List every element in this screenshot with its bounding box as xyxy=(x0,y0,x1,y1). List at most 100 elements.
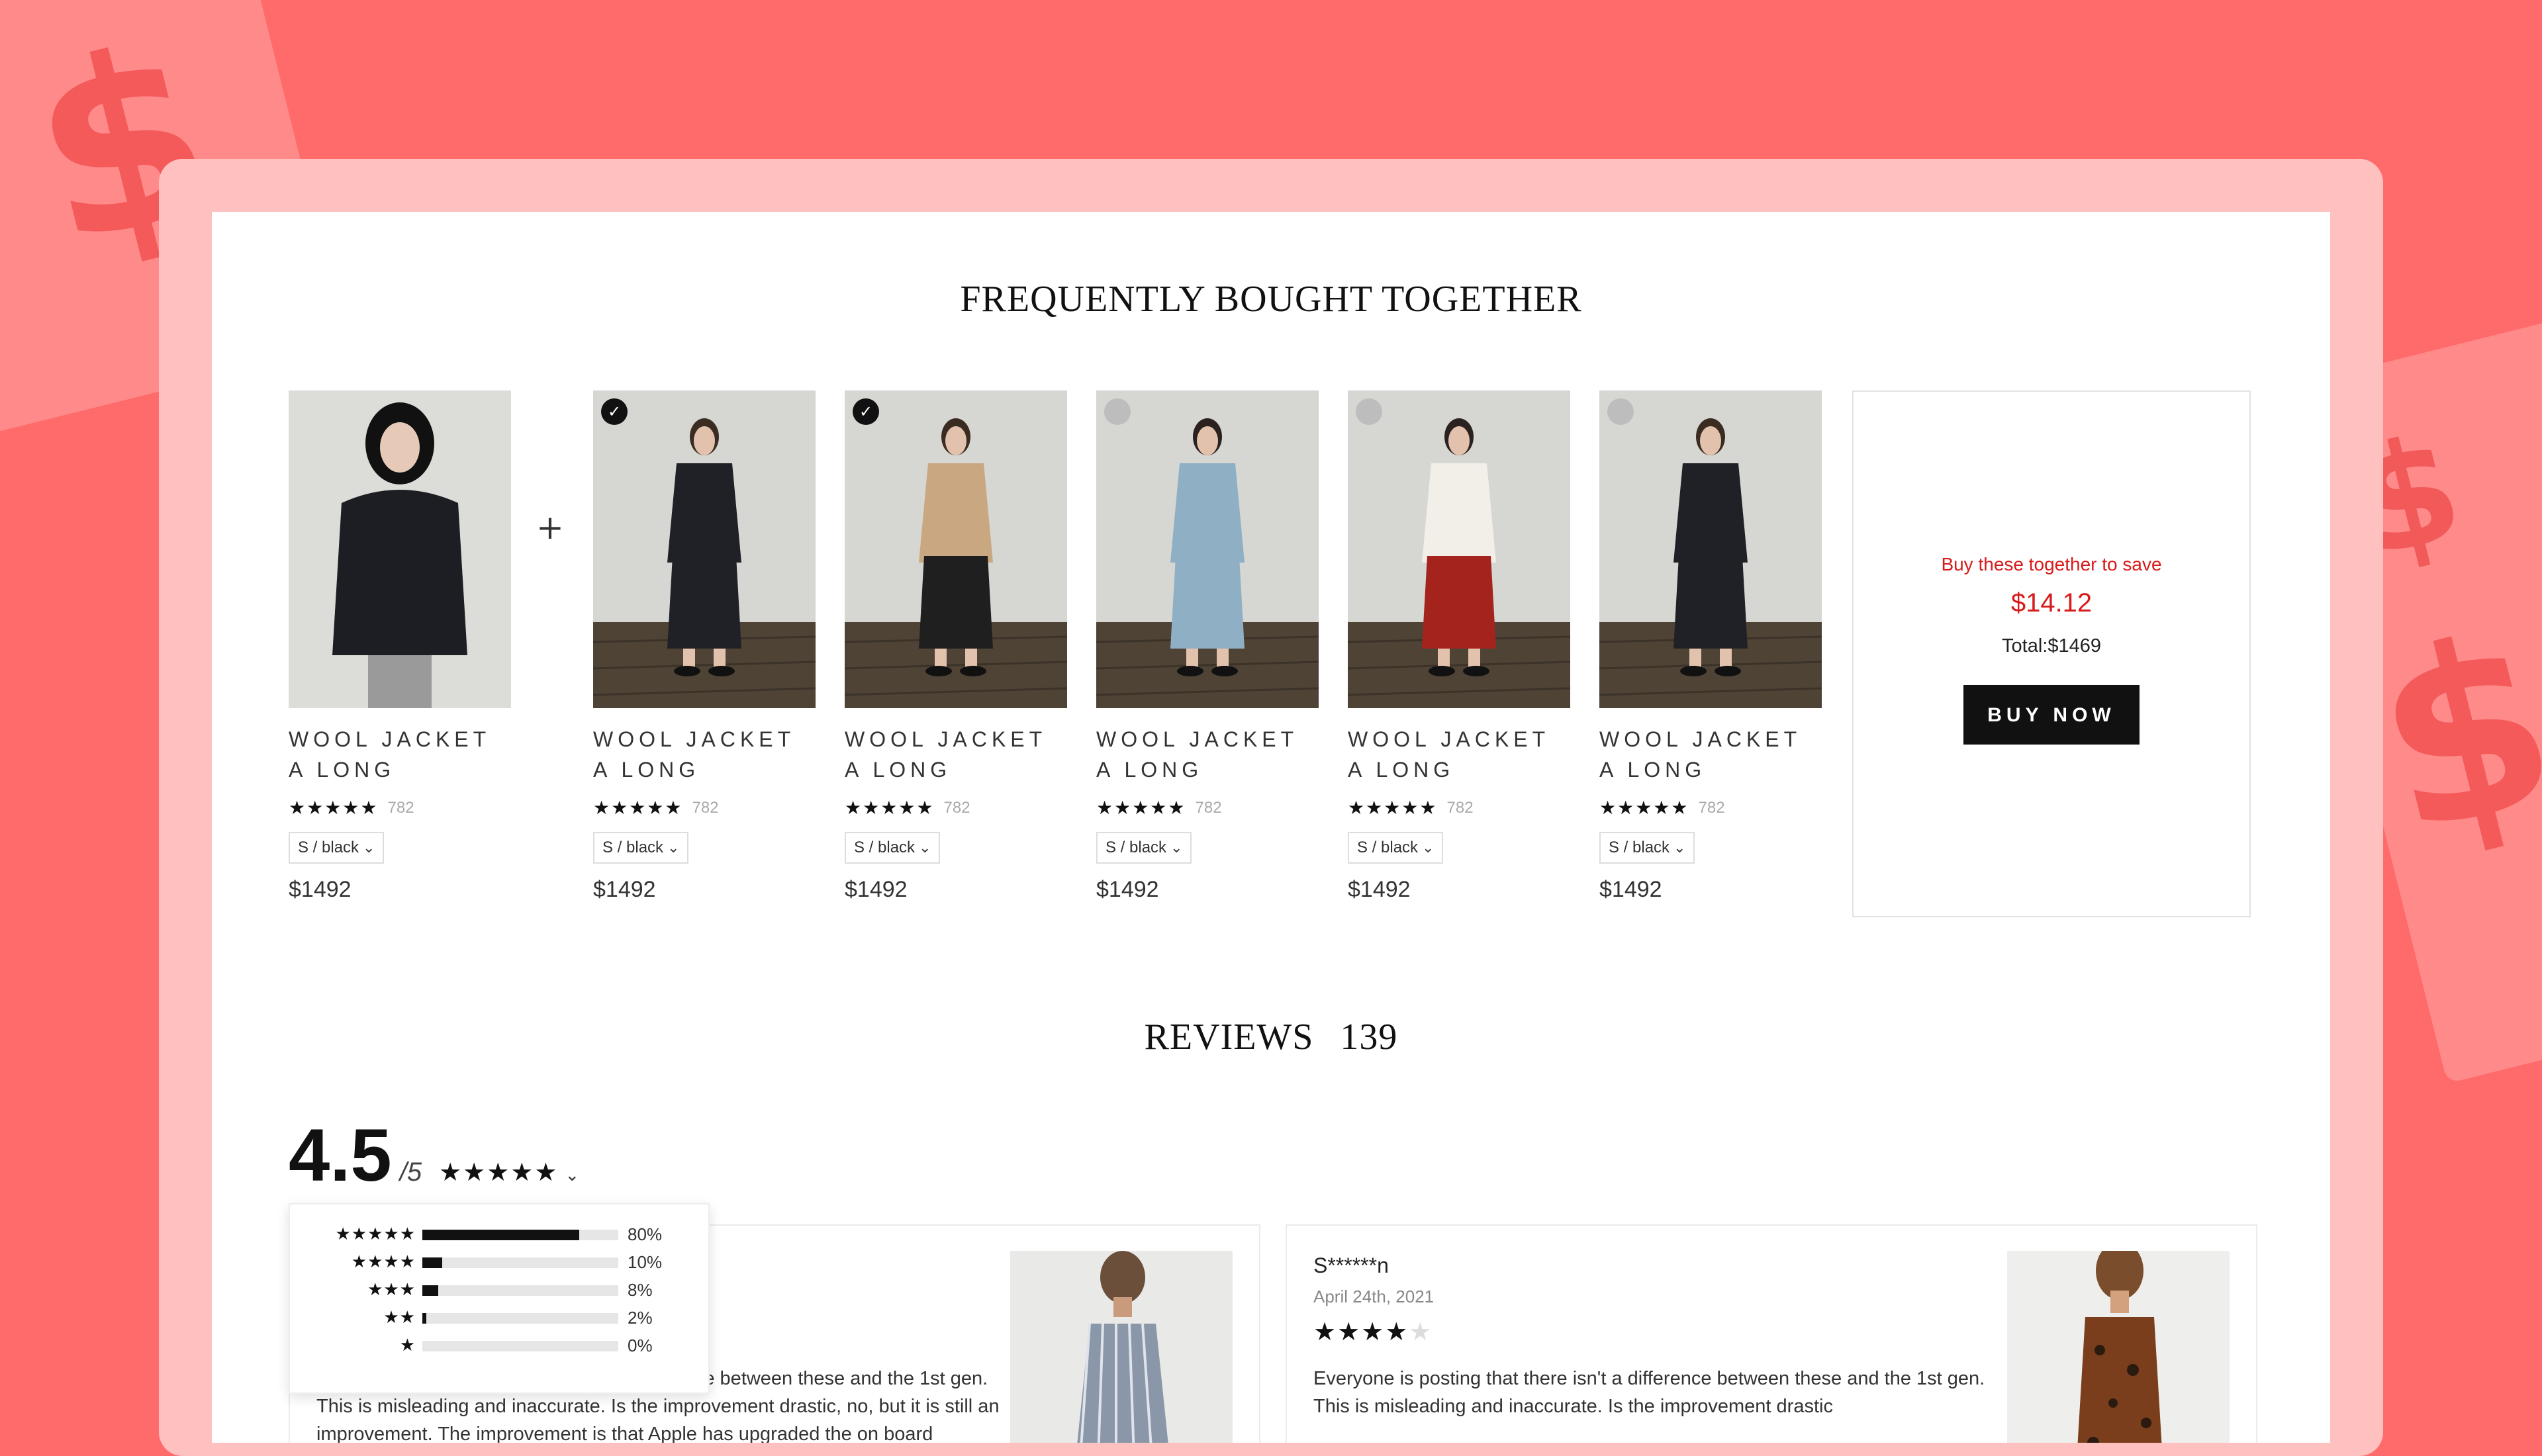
star-icon: ★ xyxy=(1409,1317,1433,1346)
product-price: $1492 xyxy=(845,877,908,902)
distribution-percent: 10% xyxy=(628,1252,663,1272)
check-icon[interactable]: ✓ xyxy=(853,398,879,425)
chevron-down-icon: ⌄ xyxy=(1673,840,1686,856)
distribution-row[interactable]: ★★★★ 10% xyxy=(290,1250,708,1276)
product-image[interactable]: ✓ xyxy=(1599,390,1822,708)
average-score: 4.5 xyxy=(289,1114,392,1197)
distribution-row[interactable]: ★ 0% xyxy=(290,1333,708,1359)
unchecked-circle-icon[interactable]: ✓ xyxy=(1607,398,1634,425)
distribution-bar xyxy=(422,1257,618,1268)
unchecked-circle-icon[interactable]: ✓ xyxy=(1104,398,1131,425)
distribution-bar xyxy=(422,1230,618,1240)
chevron-down-icon: ⌄ xyxy=(363,840,375,856)
product-card: ✓ WOOL JACKET A LONG ★★★★★ 782 S / black ⌄ $14… xyxy=(1348,390,1570,903)
chevron-down-icon: ⌄ xyxy=(1170,840,1183,856)
distribution-row[interactable]: ★★ 2% xyxy=(290,1305,708,1332)
review-author: S******n xyxy=(1313,1253,1389,1277)
variant-label: S / black xyxy=(854,839,916,856)
distribution-percent: 0% xyxy=(628,1336,653,1355)
chevron-down-icon: ⌄ xyxy=(667,840,680,856)
product-card: WOOL JACKET A LONG ★★★★★ 782 S / black ⌄ $149… xyxy=(289,390,511,903)
distribution-percent: 80% xyxy=(628,1224,663,1244)
product-image[interactable]: ✓ xyxy=(845,390,1067,708)
star-icon: ★ xyxy=(399,1336,416,1355)
product-image-figure xyxy=(1599,390,1822,708)
product-price: $1492 xyxy=(593,877,656,902)
variant-select[interactable]: S / black ⌄ xyxy=(1096,832,1192,864)
buy-now-button[interactable]: BUY NOW xyxy=(1963,685,2140,745)
chevron-down-icon: ⌄ xyxy=(919,840,931,856)
variant-select[interactable]: S / black ⌄ xyxy=(289,832,385,864)
variant-label: S / black xyxy=(602,839,664,856)
rating-count: 782 xyxy=(1446,798,1474,817)
unchecked-circle-icon[interactable]: ✓ xyxy=(1356,398,1382,425)
star-icon: ★★★★★ xyxy=(845,797,935,819)
variant-select[interactable]: S / black ⌄ xyxy=(1348,832,1444,864)
save-message: Buy these together to save xyxy=(1941,554,2162,574)
reviews-count: 139 xyxy=(1340,1017,1398,1058)
product-name[interactable]: WOOL JACKET A LONG xyxy=(1348,724,1570,785)
rating-distribution-popup: ★★★★★ 80% ★★★★ 10% ★★★ 8% ★★ 2% ★ 0% xyxy=(289,1203,710,1394)
product-card: ✓ WOOL JACKET A LONG ★★★★★ 782 S / black ⌄ $14… xyxy=(1096,390,1319,903)
review-photo-image xyxy=(2007,1251,2230,1443)
product-name[interactable]: WOOL JACKET A LONG xyxy=(289,724,511,785)
variant-label: S / black xyxy=(1106,839,1167,856)
star-icon: ★★★★★ xyxy=(1348,797,1438,819)
review-photo[interactable] xyxy=(1010,1251,1233,1443)
rating-count: 782 xyxy=(1195,798,1222,817)
reviews-title: REVIEWS 139 xyxy=(212,1016,2330,1058)
star-icon: ★★★★★ xyxy=(439,1158,559,1187)
variant-select[interactable]: S / black ⌄ xyxy=(1599,832,1695,864)
distribution-bar-fill xyxy=(422,1257,442,1268)
product-rating: ★★★★★ 782 xyxy=(593,797,816,819)
distribution-row[interactable]: ★★★★★ 80% xyxy=(290,1222,708,1248)
product-image-figure xyxy=(845,390,1067,708)
fbt-title: FREQUENTLY BOUGHT TOGETHER xyxy=(960,279,1582,320)
product-rating: ★★★★★ 782 xyxy=(1599,797,1822,819)
product-name[interactable]: WOOL JACKET A LONG xyxy=(845,724,1067,785)
distribution-bar-fill xyxy=(422,1285,438,1296)
product-image-figure xyxy=(289,390,511,708)
product-name[interactable]: WOOL JACKET A LONG xyxy=(593,724,816,785)
review-stars: ★★★★★ xyxy=(1313,1317,1433,1346)
plus-icon: + xyxy=(536,508,564,547)
product-rating: ★★★★★ 782 xyxy=(845,797,1067,819)
star-icon: ★★★★★ xyxy=(289,797,379,819)
variant-label: S / black xyxy=(1609,839,1670,856)
product-image[interactable] xyxy=(289,390,511,708)
chevron-down-icon: ⌄ xyxy=(1422,840,1435,856)
product-rating: ★★★★★ 782 xyxy=(289,797,511,819)
product-name[interactable]: WOOL JACKET A LONG xyxy=(1096,724,1319,785)
rating-count: 782 xyxy=(1698,798,1725,817)
rating-count: 782 xyxy=(943,798,970,817)
save-amount: $14.12 xyxy=(2010,588,2093,617)
bundle-total: Total:$1469 xyxy=(2002,635,2101,657)
chevron-down-icon[interactable]: ⌄ xyxy=(565,1165,579,1185)
distribution-row[interactable]: ★★★ 8% xyxy=(290,1277,708,1304)
distribution-bar-fill xyxy=(422,1313,426,1324)
product-name[interactable]: WOOL JACKET A LONG xyxy=(1599,724,1822,785)
product-price: $1492 xyxy=(289,877,352,902)
score-out-of: /5 xyxy=(399,1158,422,1187)
rating-count: 782 xyxy=(387,798,414,817)
variant-select[interactable]: S / black ⌄ xyxy=(593,832,689,864)
distribution-bar xyxy=(422,1285,618,1296)
product-image[interactable]: ✓ xyxy=(593,390,816,708)
product-card: ✓ WOOL JACKET A LONG ★★★★★ 782 S / black ⌄ $14… xyxy=(593,390,816,903)
review-photo-image xyxy=(1010,1251,1233,1443)
product-image[interactable]: ✓ xyxy=(1348,390,1570,708)
product-rating: ★★★★★ 782 xyxy=(1348,797,1570,819)
product-page: FREQUENTLY BOUGHT TOGETHER + WOOL JACKET… xyxy=(212,212,2330,1443)
check-icon[interactable]: ✓ xyxy=(601,398,628,425)
review-body: Everyone is posting that there isn't a d… xyxy=(1313,1368,1985,1417)
star-icon: ★★★★ xyxy=(1313,1317,1409,1346)
distribution-percent: 8% xyxy=(628,1280,653,1300)
reviews-heading: REVIEWS xyxy=(1144,1017,1314,1058)
review-photo[interactable] xyxy=(2007,1251,2230,1443)
star-icon: ★★★★★ xyxy=(335,1224,416,1244)
product-image-figure xyxy=(1348,390,1570,708)
product-image[interactable]: ✓ xyxy=(1096,390,1319,708)
rating-summary[interactable]: 4.5 /5 ★★★★★ ⌄ xyxy=(289,1118,579,1193)
product-price: $1492 xyxy=(1348,877,1411,902)
variant-select[interactable]: S / black ⌄ xyxy=(845,832,941,864)
